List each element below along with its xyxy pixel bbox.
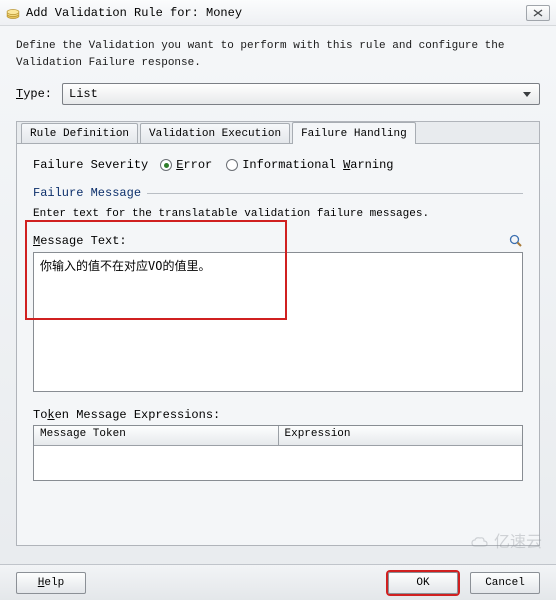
dialog-content: Define the Validation you want to perfor…: [0, 26, 556, 564]
token-table: Message Token Expression: [33, 425, 523, 481]
title-bar: Add Validation Rule for: Money: [0, 0, 556, 26]
message-text-input[interactable]: [33, 252, 523, 392]
radio-warning-label: Informational Warning: [242, 158, 393, 172]
description-text: Define the Validation you want to perfor…: [16, 38, 540, 71]
window-title: Add Validation Rule for: Money: [26, 6, 526, 20]
type-row: Type: List: [16, 83, 540, 105]
severity-label: Failure Severity: [33, 158, 148, 172]
token-col-message[interactable]: Message Token: [34, 426, 279, 446]
cancel-button[interactable]: Cancel: [470, 572, 540, 594]
tab-validation-execution[interactable]: Validation Execution: [140, 123, 290, 144]
button-bar: Help OK Cancel: [0, 564, 556, 600]
tabs-header: Rule Definition Validation Execution Fai…: [17, 122, 539, 144]
close-button[interactable]: [526, 5, 550, 21]
tab-panel-failure-handling: Failure Severity Error Informational War…: [17, 143, 539, 545]
tab-rule-definition[interactable]: Rule Definition: [21, 123, 138, 144]
radio-warning[interactable]: Informational Warning: [226, 158, 393, 172]
failure-message-title: Failure Message: [33, 186, 523, 200]
tabs-container: Rule Definition Validation Execution Fai…: [16, 121, 540, 546]
severity-row: Failure Severity Error Informational War…: [33, 158, 523, 172]
type-label: Type:: [16, 87, 62, 101]
token-expressions-label: Token Message Expressions:: [33, 408, 523, 422]
help-button[interactable]: Help: [16, 572, 86, 594]
radio-dot-icon: [160, 159, 172, 171]
failure-message-desc: Enter text for the translatable validati…: [33, 208, 523, 220]
radio-dot-icon: [226, 159, 238, 171]
radio-error-label: Error: [176, 158, 212, 172]
type-value: List: [69, 87, 98, 101]
token-col-expression[interactable]: Expression: [279, 426, 523, 446]
ok-button[interactable]: OK: [388, 572, 458, 594]
message-text-label: Message Text:: [33, 234, 127, 248]
app-icon: [6, 7, 20, 19]
message-text-group: Message Text:: [33, 234, 523, 396]
radio-error[interactable]: Error: [160, 158, 212, 172]
search-icon[interactable]: [509, 234, 523, 248]
tab-failure-handling[interactable]: Failure Handling: [292, 122, 416, 144]
type-select[interactable]: List: [62, 83, 540, 105]
dialog-window: Add Validation Rule for: Money Define th…: [0, 0, 556, 600]
